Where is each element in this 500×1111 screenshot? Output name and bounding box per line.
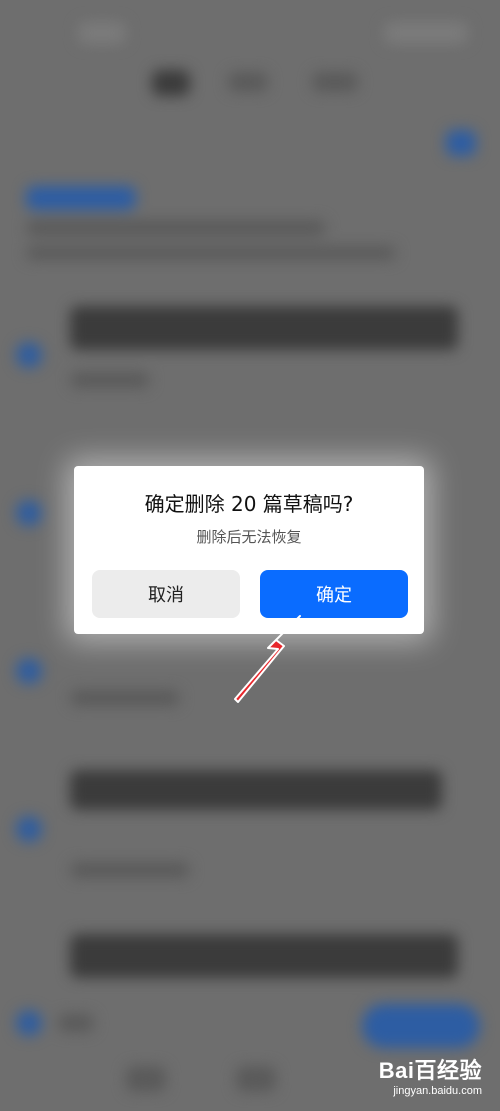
header-tab xyxy=(312,72,358,92)
confirm-delete-dialog: 确定删除 20 篇草稿吗? 删除后无法恢复 取消 确定 xyxy=(74,466,424,634)
red-arrow-annotation xyxy=(234,615,301,703)
dialog-title: 确定删除 20 篇草稿吗? xyxy=(144,492,354,516)
draft-meta xyxy=(70,690,180,706)
confirm-button[interactable]: 确定 xyxy=(260,570,408,618)
draft-checkbox xyxy=(16,500,42,526)
header-action-icon xyxy=(446,130,476,156)
draft-checkbox xyxy=(16,658,42,684)
status-bar-right xyxy=(384,22,468,44)
watermark-logo: Bai百经验 xyxy=(378,1058,482,1083)
header-tab xyxy=(228,72,268,92)
draft-checkbox xyxy=(16,816,42,842)
bottom-nav-item xyxy=(126,1066,166,1092)
status-bar-left xyxy=(78,22,126,44)
draft-title xyxy=(70,770,442,810)
header-tab-active xyxy=(152,70,190,96)
banner-text xyxy=(26,220,326,236)
bottom-delete-button xyxy=(362,1004,480,1048)
draft-title xyxy=(70,934,458,978)
banner-text xyxy=(26,246,396,260)
banner-badge xyxy=(26,186,136,210)
select-all-checkbox xyxy=(16,1010,42,1036)
draft-checkbox xyxy=(16,342,42,368)
bottom-nav-item xyxy=(236,1066,276,1092)
baidu-jingyan-watermark: Bai百经验 jingyan.baidu.com xyxy=(379,1053,482,1097)
cancel-button[interactable]: 取消 xyxy=(92,570,240,618)
select-all-label xyxy=(58,1014,94,1032)
draft-meta xyxy=(70,372,150,388)
dialog-subtitle: 删除后无法恢复 xyxy=(196,528,302,546)
watermark-url: jingyan.baidu.com xyxy=(393,1085,482,1097)
draft-title xyxy=(70,306,458,350)
draft-meta xyxy=(70,862,190,878)
